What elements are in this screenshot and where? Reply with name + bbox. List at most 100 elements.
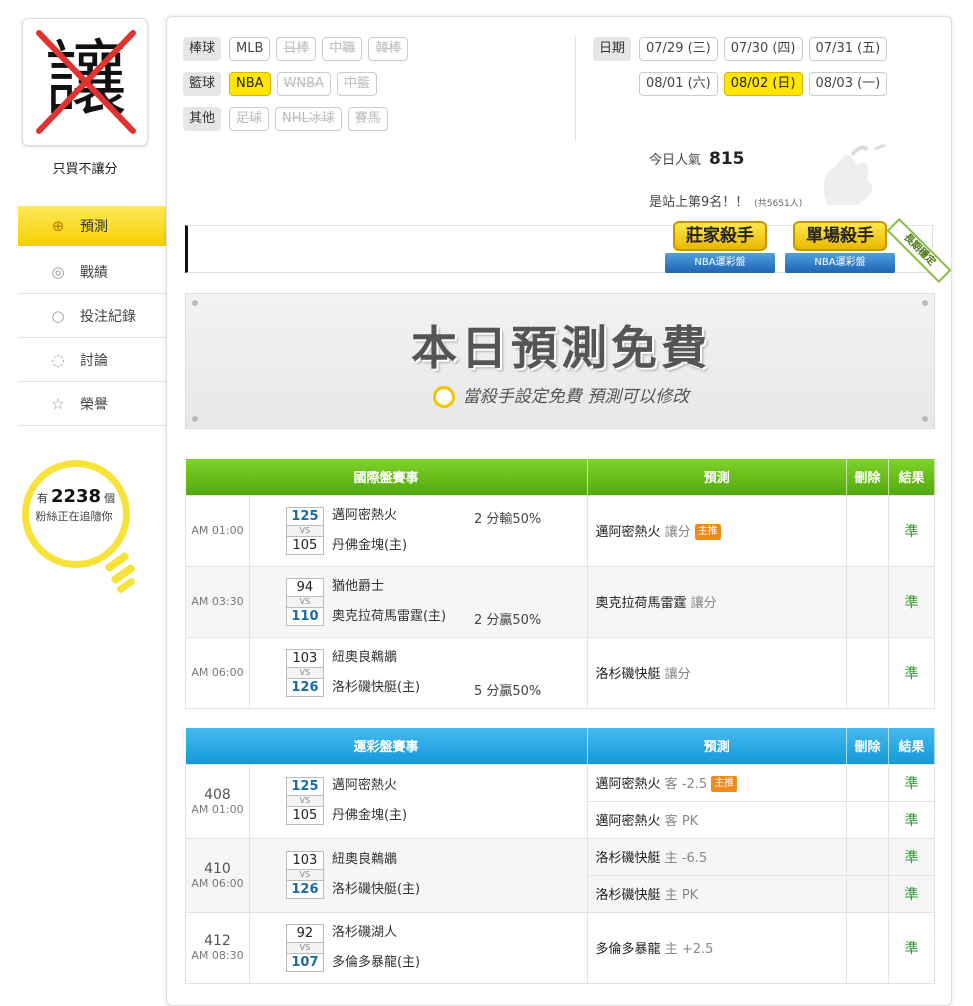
filter-nhl: NHL冰球 <box>275 107 342 131</box>
date-row: 日期 07/29 (三) 07/30 (四) 07/31 (五) <box>593 37 943 61</box>
game-id-time: 408 AM 01:00 <box>185 763 250 839</box>
result: 準 <box>888 911 935 984</box>
result: 準 <box>888 565 935 638</box>
header-result: 結果 <box>888 728 935 764</box>
header-predict: 預測 <box>587 728 848 764</box>
pred-type: 讓分 <box>690 596 717 611</box>
header-event: 國際盤賽事 <box>185 459 588 495</box>
away-team: 猶他爵士 <box>331 578 384 594</box>
pred-line: PK <box>681 888 699 903</box>
header-delete: 刪除 <box>846 459 890 495</box>
nav-item-honor[interactable]: ☆ 榮譽 <box>18 382 166 426</box>
home-score: 126 <box>285 677 324 697</box>
pred-side: 客 <box>664 814 678 829</box>
result: 準 <box>888 874 935 913</box>
home-score: 107 <box>285 952 324 972</box>
vs-label: VS <box>285 667 324 678</box>
pred-line: PK <box>681 814 699 829</box>
pred-side: 主 <box>664 888 678 903</box>
cross-out-icon <box>36 30 136 134</box>
away-team: 紐奧良鵜鶘 <box>331 852 397 867</box>
home-score: 105 <box>285 535 324 555</box>
filter-npb: 日棒 <box>276 37 317 61</box>
filter-row-other: 其他 足球 NHL冰球 賽馬 <box>183 107 414 131</box>
home-score: 105 <box>285 806 324 825</box>
pred-team: 多倫多暴龍 <box>595 942 661 957</box>
filter-nba[interactable]: NBA <box>229 72 271 96</box>
nav-item-predict[interactable]: ⊕ 預測 <box>18 206 188 246</box>
delete-cell <box>846 911 890 984</box>
nav-item-discuss[interactable]: ◌ 討論 <box>18 338 166 382</box>
game-time: AM 08:30 <box>191 949 244 962</box>
match: 125 VS 105 邁阿密熱火 丹佛金塊(主) <box>285 771 587 831</box>
nav-item-bet-history[interactable]: ○ 投注紀錄 <box>18 294 166 338</box>
match: 94 VS 110 猶他爵士 奧克拉荷馬雷霆(主) <box>285 572 587 632</box>
handicap: 5 分贏50% <box>473 683 542 699</box>
score-box: 125 VS 105 <box>285 777 324 825</box>
vs-label: VS <box>285 525 324 536</box>
match: 103 VS 126 紐奧良鵜鶘 洛杉磯快艇(主) <box>285 845 587 905</box>
match: 103 VS 126 紐奧良鵜鶘 洛杉磯快艇(主) <box>285 643 587 703</box>
delete-cell <box>846 565 890 638</box>
date-0801[interactable]: 08/01 (六) <box>639 72 718 96</box>
date-0802[interactable]: 08/02 (日) <box>723 72 803 96</box>
home-team: 丹佛金塊(主) <box>331 537 408 553</box>
handicap: 2 分輸50% <box>473 511 542 527</box>
left-sidebar: 讓 只買不讓分 ⊕ 預測 ◎ 戰績 ○ 投注紀錄 ◌ 討論 ☆ 榮譽 <box>0 0 188 1000</box>
pred-team: 邁阿密熱火 <box>595 814 661 829</box>
header-result: 結果 <box>888 459 935 495</box>
date-0731[interactable]: 07/31 (五) <box>808 37 888 61</box>
match-cell: 125 VS 105 邁阿密熱火 丹佛金塊(主) <box>248 763 588 839</box>
result: 準 <box>888 837 935 876</box>
avatar[interactable]: 讓 <box>22 18 148 146</box>
result: 準 <box>888 636 935 709</box>
result: 準 <box>888 763 935 802</box>
table-header: 國際盤賽事 預測 刪除 結果 <box>185 459 935 495</box>
rank-text: 是站上第9名！！ <box>649 195 749 210</box>
away-team: 邁阿密熱火 <box>331 778 397 793</box>
filter-label: 其他 <box>183 107 222 131</box>
prediction-cell: 洛杉磯快艇 主 PK <box>586 874 848 913</box>
filter-soccer: 足球 <box>229 107 270 131</box>
popularity-label: 今日人氣 <box>649 153 702 168</box>
filter-horse: 賽馬 <box>347 107 388 131</box>
nav-item-record[interactable]: ◎ 戰績 <box>18 250 166 294</box>
date-0803[interactable]: 08/03 (一) <box>808 72 888 96</box>
home-team: 洛杉磯快艇(主) <box>331 679 421 695</box>
away-score: 125 <box>285 506 324 526</box>
filter-sbl: 中籃 <box>336 72 377 96</box>
team-names: 洛杉磯湖人 多倫多暴龍(主) <box>332 918 420 978</box>
team-names: 邁阿密熱火 丹佛金塊(主) <box>332 501 407 561</box>
vs-label: VS <box>285 796 324 806</box>
filter-mlb[interactable]: MLB <box>229 37 271 61</box>
delete-cell <box>846 494 890 567</box>
banker-killer-badge[interactable]: 莊家殺手 NBA運彩盤 <box>665 217 775 281</box>
home-team: 多倫多暴龍(主) <box>331 954 421 970</box>
score-box: 103 VS 126 <box>285 648 324 697</box>
popularity-value: 815 <box>709 149 745 169</box>
home-team: 丹佛金塊(主) <box>331 808 408 823</box>
handicap: 2 分贏50% <box>473 612 542 628</box>
table-row: 412 AM 08:30 92 VS 107 洛杉磯湖人 多倫多暴龍(主) 多倫… <box>185 911 935 984</box>
side-nav: ⊕ 預測 ◎ 戰績 ○ 投注紀錄 ◌ 討論 ☆ 榮譽 <box>18 206 188 426</box>
result: 準 <box>888 494 935 567</box>
game-time: AM 06:00 <box>185 636 250 709</box>
team-names: 紐奧良鵜鶘 洛杉磯快艇(主) <box>332 845 420 905</box>
popularity: 今日人氣 815 <box>649 149 745 169</box>
delete-cell <box>846 874 890 913</box>
nav-label: 榮譽 <box>80 396 108 413</box>
date-0729[interactable]: 07/29 (三) <box>639 37 718 61</box>
vs-label: VS <box>285 596 324 607</box>
pred-type: 讓分 <box>664 667 691 682</box>
fans-prefix: 有 <box>36 492 48 505</box>
record-icon: ○ <box>51 306 65 325</box>
game-time: AM 01:00 <box>191 802 244 816</box>
match-cell: 92 VS 107 洛杉磯湖人 多倫多暴龍(主) <box>248 911 588 984</box>
stamp-text: 長期穩定 <box>886 217 952 283</box>
filter-kbo: 韓棒 <box>368 37 409 61</box>
date-0730[interactable]: 07/30 (四) <box>723 37 803 61</box>
away-team: 洛杉磯湖人 <box>331 924 397 940</box>
crosshair-icon: ⊕ <box>51 217 65 235</box>
score-box: 94 VS 110 <box>285 577 324 626</box>
match-cell: 103 VS 126 紐奧良鵜鶘 洛杉磯快艇(主) <box>248 837 588 913</box>
